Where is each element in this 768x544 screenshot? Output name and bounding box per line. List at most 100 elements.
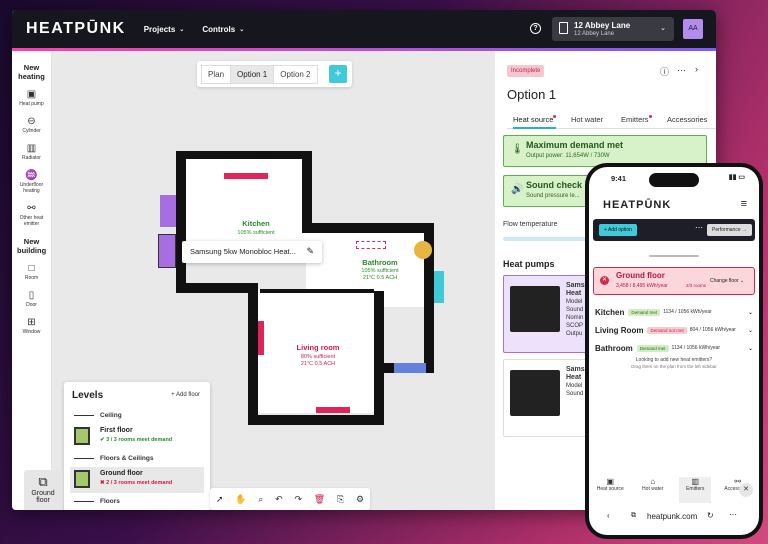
- tab-plan[interactable]: Plan: [201, 64, 232, 84]
- radiator[interactable]: [258, 321, 264, 355]
- chevron-down-icon: ⌄: [660, 25, 666, 32]
- radiator-ghost[interactable]: [356, 241, 386, 249]
- room-row[interactable]: Kitchen Demand met 1134 / 1056 kWh/year ⌄: [595, 305, 753, 319]
- tab-heat-source[interactable]: Heat source: [513, 115, 557, 129]
- pointer-icon[interactable]: ➚: [216, 494, 224, 505]
- heat-pump-image: [510, 286, 560, 332]
- drag-handle[interactable]: [649, 255, 699, 257]
- controls-menu[interactable]: Controls ⌄: [202, 25, 244, 34]
- room-energy: 1134 / 1056 kWh/year: [671, 345, 721, 351]
- undo-icon[interactable]: ↶: [275, 494, 283, 505]
- add-floor-button[interactable]: + Add floor: [171, 392, 200, 398]
- avatar[interactable]: AA: [683, 19, 703, 39]
- phone-tab-bar: ▣ Heat source ⌂ Hot water ▥ Emitters ⚯ Acces…: [589, 477, 759, 503]
- tab-hot-water[interactable]: ⌂ Hot water: [637, 477, 669, 503]
- sidebar-item-room[interactable]: □ Room: [12, 263, 51, 281]
- tab-heat-source[interactable]: ▣ Heat source: [594, 477, 626, 503]
- tab-accessories[interactable]: Accessories: [667, 115, 707, 124]
- room-energy: 1134 / 1056 kWh/year: [663, 309, 712, 315]
- room-row[interactable]: Bathroom Demand met 1134 / 1056 kWh/year ⌄: [595, 341, 753, 355]
- tab-option-1[interactable]: Option 1: [230, 64, 275, 84]
- room-row[interactable]: Living Room Demand not met 804 / 1056 kWh/…: [595, 323, 753, 337]
- heat-pump-card[interactable]: Sams Heat Model Sound: [503, 359, 593, 437]
- help-icon[interactable]: ?: [530, 23, 541, 34]
- wall: [248, 283, 258, 423]
- more-icon[interactable]: ⋯: [695, 223, 703, 232]
- reload-icon[interactable]: ↻: [707, 511, 714, 520]
- window-icon: ⊞: [27, 317, 36, 328]
- hint-text: Drag them on the plan from the left side…: [631, 364, 717, 369]
- delete-icon[interactable]: 🗑: [314, 494, 325, 505]
- window[interactable]: [160, 195, 176, 227]
- floor-energy: 3,458 / 8,495 kWh/year: [616, 283, 668, 289]
- heat-pump-card-selected[interactable]: Sams Heat Model Sound Nomin SCOP Outpu: [503, 275, 593, 353]
- level-ground-floor[interactable]: Ground floor ✖ 2 / 3 rooms meet demand: [70, 467, 204, 493]
- export-icon[interactable]: ⎘: [337, 494, 344, 505]
- ground-floor-card[interactable]: ✕ Ground floor 3,458 / 8,495 kWh/year 2/…: [593, 267, 755, 295]
- levels-title: Levels: [72, 390, 104, 401]
- heat-pump-detail-line: SCOP: [566, 323, 584, 329]
- change-floor-button[interactable]: Change floor ⌄: [710, 278, 744, 284]
- room-icon: □: [28, 263, 35, 274]
- level-first-floor[interactable]: First floor ✔ 3 / 3 rooms meet demand: [70, 424, 204, 450]
- edit-icon[interactable]: ✎: [306, 246, 314, 257]
- sidebar-item-underfloor[interactable]: ♒ Underfloor heating: [12, 170, 51, 194]
- add-option-button[interactable]: + Add option: [599, 224, 637, 236]
- floor-icon: ⧉: [38, 474, 48, 489]
- back-icon[interactable]: ‹: [607, 511, 610, 520]
- sidebar-item-radiator[interactable]: ▥ Radiator: [12, 143, 51, 161]
- hamburger-menu-icon[interactable]: ≡: [741, 198, 747, 210]
- heat-pump-tooltip[interactable]: Samsung 5kw Monobloc Heat... ✎: [182, 241, 322, 263]
- help-icon[interactable]: ⓘ: [660, 65, 669, 78]
- sidebar-item-cylinder[interactable]: ⊖ Cylinder: [12, 116, 51, 134]
- sidebar-item-door[interactable]: ▯ Door: [12, 290, 51, 308]
- chevron-down-icon[interactable]: ⌄: [748, 327, 753, 334]
- project-selector[interactable]: 12 Abbey Lane 12 Abbey Lane ⌄: [552, 17, 674, 41]
- sidebar-item-window[interactable]: ⊞ Window: [12, 317, 51, 335]
- zoom-icon[interactable]: ⌕: [258, 494, 263, 505]
- level-floors-ceilings[interactable]: Floors & Ceilings: [74, 455, 153, 462]
- window[interactable]: [158, 234, 176, 268]
- thermometer-icon: 🌡: [511, 144, 524, 155]
- sidebar-item-label: Other heat emitter: [19, 215, 44, 227]
- ground-floor-button[interactable]: ⧉ Ground floor: [24, 470, 62, 510]
- more-icon[interactable]: ⋯: [729, 510, 737, 519]
- flow-temperature-slider[interactable]: [503, 237, 593, 241]
- level-floors[interactable]: Floors: [74, 498, 120, 505]
- door[interactable]: [434, 271, 444, 303]
- radiator[interactable]: [316, 407, 350, 413]
- performance-button[interactable]: Performance →: [707, 224, 753, 236]
- url-text[interactable]: heatpunk.com: [647, 512, 697, 521]
- add-option-button[interactable]: +: [329, 65, 347, 83]
- heat-pump-image: [510, 370, 560, 416]
- hand-icon[interactable]: ✋: [235, 494, 246, 505]
- heat-pump-detail-line: Heat: [566, 374, 582, 381]
- level-ceiling[interactable]: Ceiling: [74, 412, 122, 419]
- settings-icon[interactable]: ⚙: [356, 494, 364, 505]
- projects-menu[interactable]: Projects ⌄: [144, 25, 185, 34]
- status-badge: Incomplete: [507, 65, 545, 77]
- new-building-heading: New building: [17, 237, 47, 255]
- tabs-icon[interactable]: ⧉: [631, 512, 636, 520]
- chevron-down-icon[interactable]: ⌄: [748, 309, 753, 316]
- sidebar-item-other-emitter[interactable]: ⚯ Other heat emitter: [12, 203, 51, 227]
- tab-emitters[interactable]: Emitters: [621, 115, 652, 124]
- phone-time: 9:41: [611, 174, 627, 183]
- sidebar-item-label: Door: [26, 302, 37, 308]
- tab-option-2[interactable]: Option 2: [273, 64, 318, 84]
- chevron-right-icon[interactable]: ›: [695, 64, 698, 74]
- close-icon[interactable]: ✕: [739, 483, 753, 497]
- app-logo[interactable]: HEATPŪNK: [26, 20, 126, 38]
- heat-pump-marker[interactable]: [414, 241, 432, 259]
- sidebar-item-heat-pump[interactable]: ▣ Heat pump: [12, 89, 51, 107]
- tab-hot-water[interactable]: Hot water: [571, 115, 603, 124]
- radiator[interactable]: [224, 173, 268, 179]
- tab-emitters[interactable]: ▥ Emitters: [679, 477, 712, 503]
- more-icon[interactable]: ⋯: [677, 65, 686, 76]
- door[interactable]: [394, 363, 426, 373]
- chevron-down-icon[interactable]: ⌄: [748, 345, 753, 352]
- living-room-detail: 21°C 0.5 ACH: [300, 361, 336, 367]
- heat-pump-detail-line: Sams: [566, 282, 585, 289]
- redo-icon[interactable]: ↷: [294, 494, 302, 505]
- heat-pump-detail-line: Heat: [566, 290, 582, 297]
